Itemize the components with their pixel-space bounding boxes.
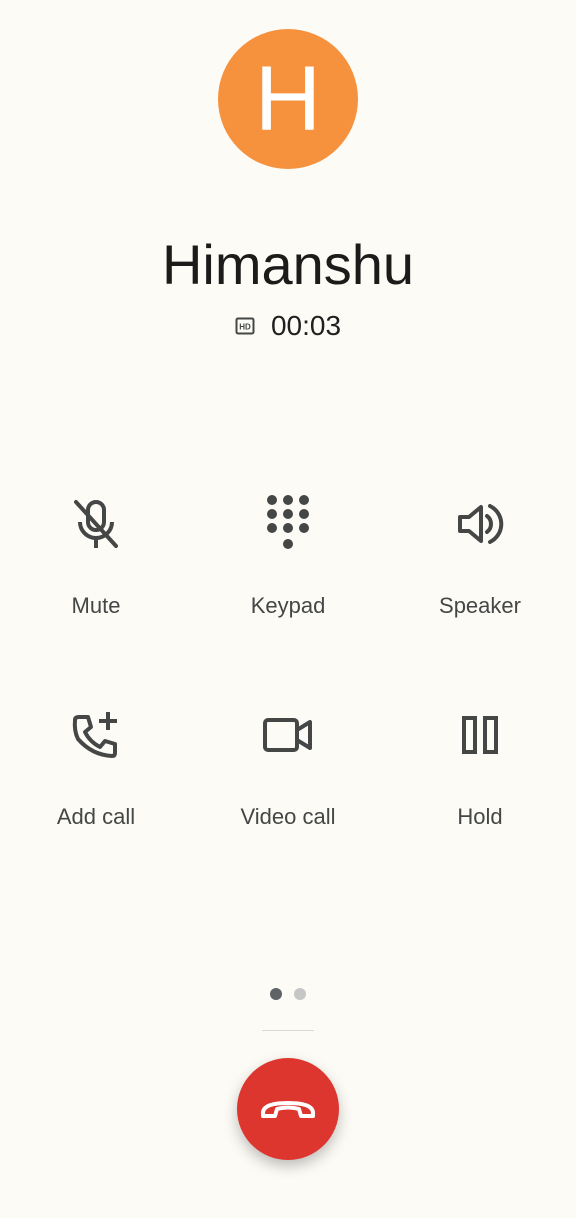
end-call-button[interactable]	[237, 1058, 339, 1160]
call-timer: 00:03	[270, 310, 342, 341]
call-status-row: HD 00:03	[0, 308, 576, 344]
divider	[262, 1030, 314, 1031]
keypad-label: Keypad	[250, 593, 326, 618]
mute-label: Mute	[71, 593, 121, 618]
pause-icon	[450, 695, 510, 775]
speaker-label: Speaker	[439, 593, 521, 618]
page-dot-inactive	[294, 988, 306, 1000]
video-call-button[interactable]: Video call	[192, 681, 384, 861]
hd-icon: HD	[235, 317, 255, 335]
speaker-button[interactable]: Speaker	[384, 470, 576, 650]
dialpad-icon	[258, 484, 318, 564]
caller-name: Himanshu	[161, 233, 415, 296]
keypad-button[interactable]: Keypad	[192, 470, 384, 650]
hold-button[interactable]: Hold	[384, 681, 576, 861]
video-call-label: Video call	[240, 804, 336, 829]
contact-avatar: H	[218, 29, 358, 169]
mute-button[interactable]: Mute	[0, 470, 192, 650]
hold-label: Hold	[457, 804, 503, 829]
add-call-icon	[66, 695, 126, 775]
page-indicator[interactable]	[268, 988, 308, 1002]
speaker-icon	[450, 484, 510, 564]
avatar-initial: H	[254, 48, 322, 150]
call-end-icon	[261, 1101, 315, 1118]
svg-text:HD: HD	[239, 323, 251, 332]
add-call-label: Add call	[56, 804, 136, 829]
videocam-icon	[258, 695, 318, 775]
page-dot-active	[270, 988, 282, 1000]
add-call-button[interactable]: Add call	[0, 681, 192, 861]
mic-off-icon	[66, 484, 126, 564]
